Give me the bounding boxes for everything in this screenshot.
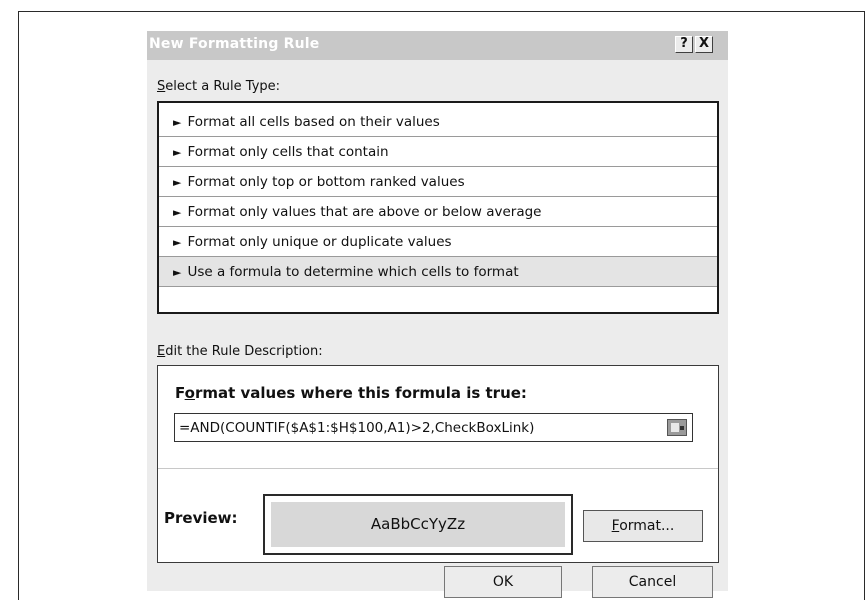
format-button[interactable]: Format... [583,510,703,542]
rule-type-item[interactable]: ► Format only unique or duplicate values [159,227,717,257]
rule-type-item-label: Format only top or bottom ranked values [187,174,465,190]
formula-heading: Format values where this formula is true… [175,384,527,402]
arrow-right-icon: ► [173,236,182,249]
new-formatting-rule-dialog: New Formatting Rule ? X Select a Rule Ty… [147,31,728,598]
arrow-right-icon: ► [173,116,182,129]
rule-type-item-label: Format only unique or duplicate values [187,234,452,250]
rule-type-item[interactable]: ► Format only top or bottom ranked values [159,167,717,197]
rule-type-item[interactable]: ► Format only values that are above or be… [159,197,717,227]
preview-label: Preview: [164,509,238,527]
rule-type-list[interactable]: ► Format all cells based on their values ►… [157,101,719,314]
range-selector-icon[interactable] [667,419,687,436]
rule-type-item[interactable]: ► Format all cells based on their values [159,107,717,137]
cancel-button[interactable]: Cancel [592,566,713,598]
rule-type-item[interactable]: ► Use a formula to determine which cells … [159,257,717,287]
preview-sample-text: AaBbCcYyZz [271,502,565,547]
rule-type-item-label: Format only values that are above or bel… [187,204,542,220]
help-button[interactable]: ? [675,36,693,53]
arrow-right-icon: ► [173,266,182,279]
arrow-right-icon: ► [173,146,182,159]
formula-input[interactable] [174,413,693,442]
ok-button[interactable]: OK [444,566,562,598]
dialog-title: New Formatting Rule [149,36,320,52]
title-bar[interactable]: New Formatting Rule ? X [147,31,728,60]
arrow-right-icon: ► [173,176,182,189]
arrow-right-icon: ► [173,206,182,219]
preview-box: AaBbCcYyZz [263,494,573,555]
rule-type-item-label: Use a formula to determine which cells t… [187,264,519,280]
edit-rule-description-label: Edit the Rule Description: [157,344,323,359]
close-button[interactable]: X [695,36,713,53]
rule-type-label: Select a Rule Type: [157,79,281,94]
rule-type-item[interactable]: ► Format only cells that contain [159,137,717,167]
rule-type-item-label: Format only cells that contain [187,144,389,160]
rule-type-item-label: Format all cells based on their values [187,114,440,130]
